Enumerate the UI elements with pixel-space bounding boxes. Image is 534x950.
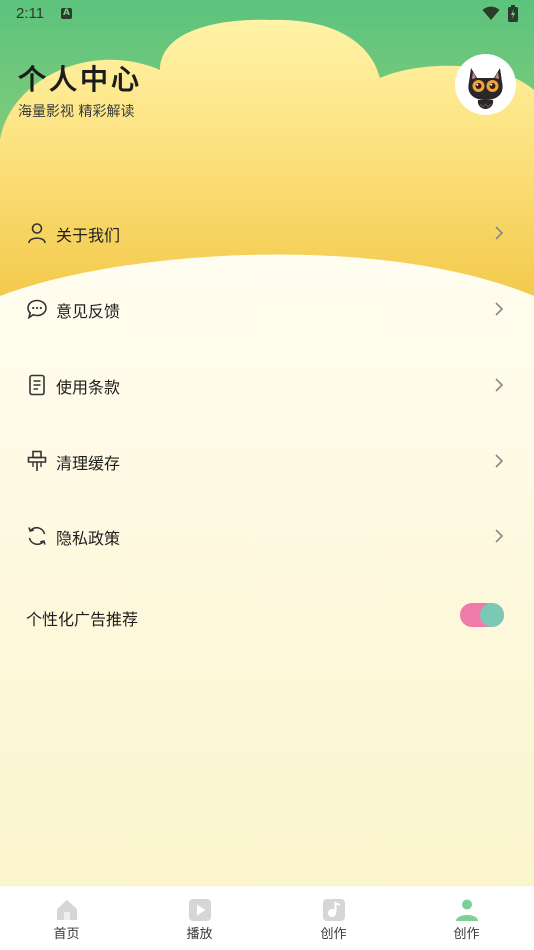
- wifi-icon: [482, 6, 500, 20]
- menu-item-terms[interactable]: 使用条款: [0, 354, 534, 414]
- broom-icon: [27, 450, 47, 471]
- home-icon: [57, 900, 77, 920]
- menu-item-privacy[interactable]: 隐私政策: [0, 505, 534, 565]
- profile-screen: 2:11 A 个人中心 海量影视 精彩解读 关于我们 意见反馈 使用条款 清理缓…: [0, 0, 534, 950]
- status-bar: 2:11 A: [0, 0, 534, 28]
- battery-icon: [508, 5, 518, 22]
- page-subtitle: 海量影视 精彩解读: [18, 104, 135, 120]
- page-title: 个人中心: [18, 63, 143, 96]
- toggle-knob: [480, 603, 504, 627]
- chevron-right-icon: [495, 454, 504, 468]
- nav-item-profile[interactable]: 创作: [400, 886, 533, 950]
- menu-item-label: 使用条款: [56, 378, 121, 397]
- chat-bubble-icon: [27, 299, 47, 320]
- notification-icon: A: [61, 8, 72, 19]
- nav-item-home[interactable]: 首页: [0, 886, 133, 950]
- personalized-ads-row: 个性化广告推荐: [0, 590, 534, 640]
- chevron-right-icon: [495, 529, 504, 543]
- menu-item-label: 隐私政策: [56, 529, 121, 548]
- create-icon: [323, 899, 345, 921]
- refresh-icon: [28, 526, 46, 546]
- nav-item-play[interactable]: 播放: [133, 886, 266, 950]
- chevron-right-icon: [495, 302, 504, 316]
- nav-label: 播放: [186, 927, 213, 942]
- black-cat-avatar-icon: [468, 68, 503, 109]
- chevron-right-icon: [495, 226, 504, 240]
- nav-label: 首页: [53, 927, 80, 942]
- menu-item-label: 关于我们: [56, 226, 121, 245]
- profile-icon: [456, 899, 478, 921]
- avatar[interactable]: [455, 54, 516, 115]
- menu-item-clear-cache[interactable]: 清理缓存: [0, 430, 534, 490]
- menu-item-about[interactable]: 关于我们: [0, 202, 534, 262]
- document-icon: [29, 374, 45, 396]
- menu-item-label: 清理缓存: [56, 454, 121, 473]
- play-icon: [189, 899, 211, 921]
- person-icon: [28, 223, 46, 244]
- menu-item-feedback[interactable]: 意见反馈: [0, 278, 534, 338]
- personalized-ads-label: 个性化广告推荐: [26, 610, 139, 629]
- personalized-ads-toggle[interactable]: [460, 603, 504, 627]
- nav-item-create[interactable]: 创作: [267, 886, 400, 950]
- nav-label: 创作: [453, 927, 480, 942]
- menu-item-label: 意见反馈: [56, 302, 121, 321]
- bottom-nav: 首页 播放 创作 创作: [0, 885, 534, 950]
- status-time: 2:11: [16, 5, 45, 22]
- chevron-right-icon: [495, 378, 504, 392]
- nav-label: 创作: [320, 927, 347, 942]
